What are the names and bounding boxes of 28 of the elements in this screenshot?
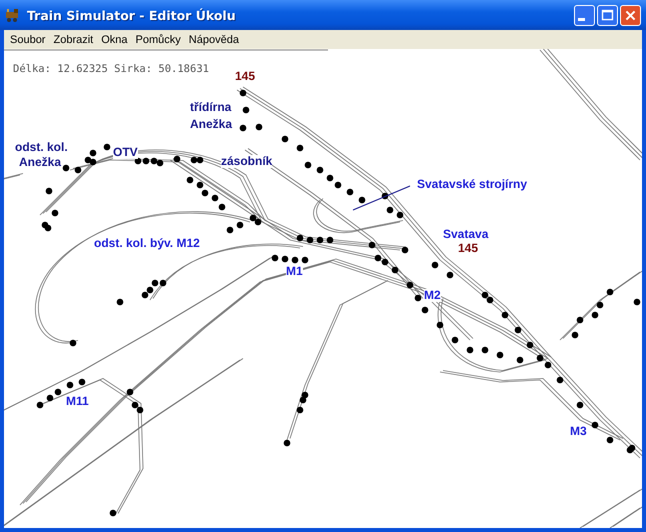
map-label: zásobník — [221, 155, 272, 168]
map-label: Svatavské strojírny — [417, 178, 528, 191]
map-label: M2 — [424, 289, 441, 302]
map-label: třídírna — [190, 101, 232, 114]
map-label: M1 — [286, 265, 303, 278]
map-label: 145 — [235, 70, 256, 83]
map-label: odst. kol. býv. M12 — [94, 237, 200, 250]
menu-item[interactable]: Nápověda — [184, 34, 243, 46]
close-button[interactable] — [620, 4, 641, 26]
map-label: odst. kol. — [15, 141, 68, 154]
map-label: M11 — [66, 395, 89, 408]
menu-item[interactable]: Okna — [97, 34, 132, 46]
menu-item[interactable]: Zobrazit — [49, 34, 98, 46]
map-label: Anežka — [19, 156, 62, 169]
coordinates-readout: Délka: 12.62325 Sirka: 50.18631 — [13, 63, 209, 75]
maximize-button[interactable] — [597, 4, 618, 26]
map-label: Svatava — [443, 228, 488, 241]
menu-item[interactable]: Pomůcky — [132, 34, 185, 46]
map-label: OTV — [113, 146, 138, 159]
minimize-button[interactable] — [574, 4, 595, 26]
map-label: 145 — [458, 242, 478, 255]
map-label: M3 — [570, 425, 587, 438]
minimize-icon — [578, 18, 585, 20]
leader-line — [352, 185, 412, 211]
menu-item[interactable]: Soubor — [6, 34, 50, 46]
map-label: Anežka — [190, 118, 232, 131]
locomotive-icon — [5, 7, 21, 23]
window-title: Train Simulator - Editor Úkolu — [27, 8, 237, 22]
